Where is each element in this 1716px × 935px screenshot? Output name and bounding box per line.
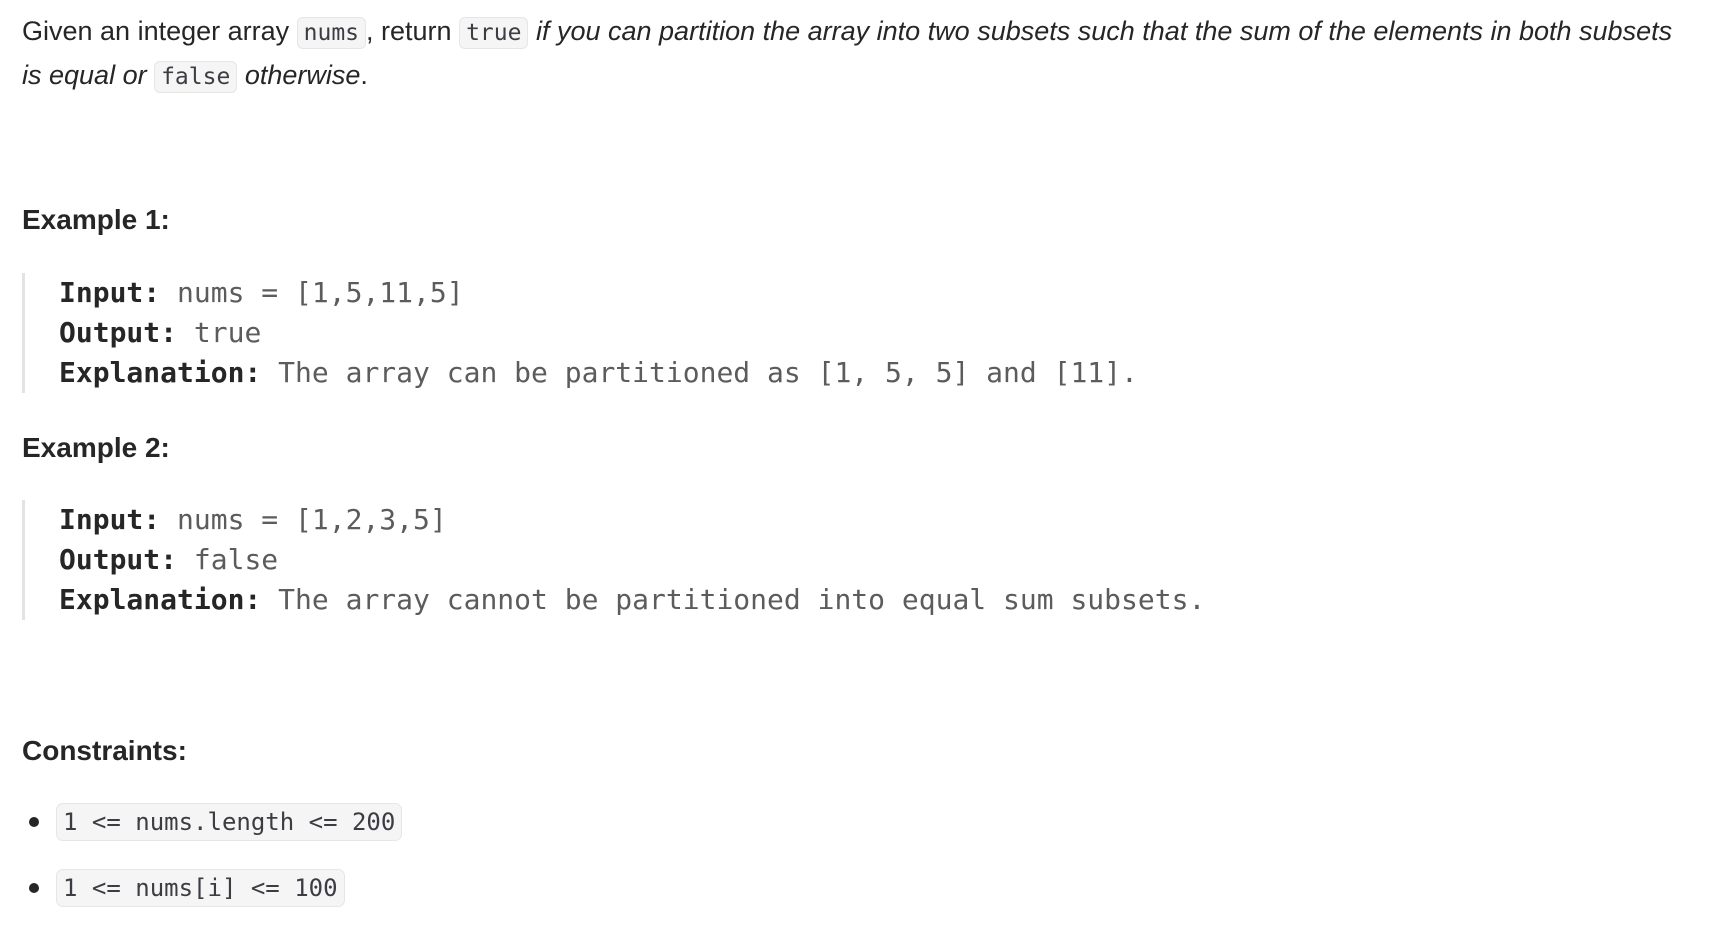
explanation-label: Explanation: [59, 356, 262, 389]
output-value: true [177, 316, 262, 349]
example-2-output: Output: false [59, 540, 1205, 580]
example-1-output: Output: true [59, 313, 1138, 353]
input-value: nums = [1,2,3,5] [160, 503, 447, 536]
output-label: Output: [59, 316, 178, 349]
example-2-input: Input: nums = [1,2,3,5] [59, 500, 1205, 540]
explanation-value: The array cannot be partitioned into equ… [261, 583, 1206, 616]
constraint-code: 1 <= nums[i] <= 100 [56, 869, 345, 907]
problem-content: Given an integer array nums, return true… [22, 0, 1682, 907]
constraints-title: Constraints: [22, 735, 187, 766]
description-text-1: Given an integer array [22, 16, 297, 46]
explanation-value: The array can be partitioned as [1, 5, 5… [261, 356, 1138, 389]
example-2-block: Input: nums = [1,2,3,5] Output: false Ex… [22, 500, 1205, 620]
example-2-title: Example 2: [22, 432, 170, 463]
code-true: true [459, 17, 529, 49]
input-label: Input: [59, 276, 161, 309]
example-1-explanation: Explanation: The array can be partitione… [59, 353, 1138, 393]
constraint-item: 1 <= nums.length <= 200 [22, 803, 403, 869]
constraints-list: 1 <= nums.length <= 200 1 <= nums[i] <= … [22, 803, 403, 935]
example-1-title: Example 1: [22, 204, 170, 235]
constraint-item: 1 <= nums[i] <= 100 [22, 869, 402, 935]
example-1-input: Input: nums = [1,5,11,5] [59, 273, 1138, 313]
example-2-explanation: Explanation: The array cannot be partiti… [59, 580, 1205, 620]
explanation-label: Explanation: [59, 583, 262, 616]
output-label: Output: [59, 543, 178, 576]
constraint-code: 1 <= nums.length <= 200 [56, 803, 403, 841]
bullet-icon [29, 817, 39, 827]
output-value: false [177, 543, 279, 576]
code-false: false [154, 61, 238, 93]
description-text-2: , return [366, 16, 460, 46]
bullet-icon [29, 883, 39, 893]
input-label: Input: [59, 503, 161, 536]
problem-description: Given an integer array nums, return true… [22, 0, 1682, 98]
example-1-block: Input: nums = [1,5,11,5] Output: true Ex… [22, 273, 1138, 393]
description-text-4: otherwise [237, 60, 361, 90]
code-nums: nums [296, 17, 367, 49]
input-value: nums = [1,5,11,5] [160, 276, 464, 309]
description-text-5: . [360, 60, 368, 90]
